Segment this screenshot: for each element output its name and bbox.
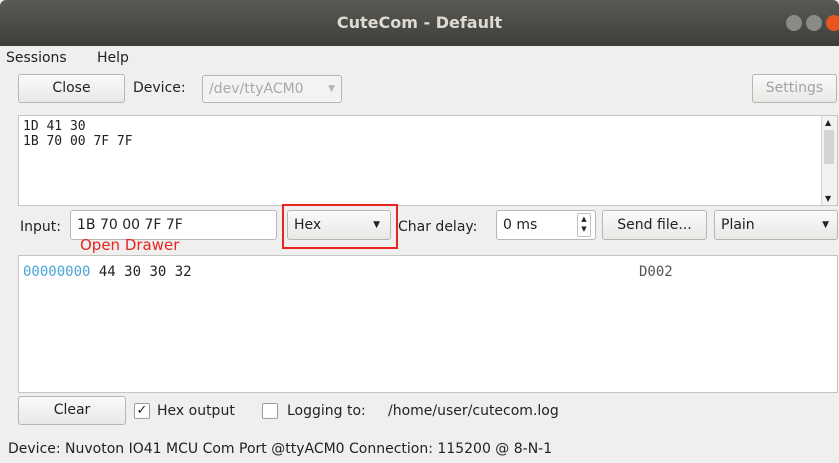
spin-arrows-icon[interactable]: ▲ ▼ [577,213,591,237]
output-offset: 00000000 [23,264,91,280]
device-label: Device: [133,80,186,96]
log-line: 1D 41 30 [23,119,86,134]
char-delay-value: 0 ms [503,217,538,233]
char-delay-label: Char delay: [398,219,478,235]
window-title: CuteCom - Default [336,13,503,32]
log-line: 1B 70 00 7F 7F [23,134,133,149]
close-window-icon[interactable] [826,15,839,31]
close-port-button[interactable]: Close [18,74,125,103]
output-bytes: 44 30 30 32 [98,264,192,280]
hex-output-checkbox[interactable]: ✓ [134,403,150,419]
input-label: Input: [20,219,61,235]
scroll-up-icon[interactable]: ▲ [825,118,831,127]
mode-select-value: Plain [721,217,755,233]
mode-select[interactable]: Plain ▼ [714,210,838,240]
sent-log[interactable]: 1D 41 30 1B 70 00 7F 7F ▲ ▼ [18,115,838,206]
menu-help[interactable]: Help [97,50,129,66]
maximize-icon[interactable] [806,15,822,31]
chevron-down-icon: ▼ [373,220,380,230]
chevron-down-icon: ▼ [822,220,829,230]
status-bar: Device: Nuvoton IO41 MCU Com Port @ttyAC… [8,441,553,457]
log-scrollbar[interactable]: ▲ ▼ [821,116,837,205]
log-path: /home/user/cutecom.log [388,403,559,419]
output-ascii: D002 [639,264,673,280]
send-file-button[interactable]: Send file... [602,210,707,240]
chevron-down-icon: ▼ [328,84,335,94]
format-select-value: Hex [294,217,322,233]
logging-label: Logging to: [287,403,366,419]
char-delay-spinbox[interactable]: 0 ms ▲ ▼ [496,210,596,240]
device-select[interactable]: /dev/ttyACM0 ▼ [202,75,342,103]
menu-bar: Sessions Help [0,46,839,70]
open-drawer-annotation: Open Drawer [80,236,180,254]
output-view[interactable]: 00000000 44 30 30 32 D002 [18,255,838,393]
settings-button[interactable]: Settings [752,74,837,103]
format-select[interactable]: Hex ▼ [287,210,391,240]
scroll-thumb[interactable] [824,130,834,164]
device-select-value: /dev/ttyACM0 [209,81,304,97]
clear-button[interactable]: Clear [18,396,126,425]
scroll-down-icon[interactable]: ▼ [825,194,831,203]
menu-sessions[interactable]: Sessions [6,50,67,66]
title-bar: CuteCom - Default [0,0,839,46]
hex-output-label: Hex output [157,403,235,419]
minimize-icon[interactable] [786,15,802,31]
logging-checkbox[interactable] [262,403,278,419]
